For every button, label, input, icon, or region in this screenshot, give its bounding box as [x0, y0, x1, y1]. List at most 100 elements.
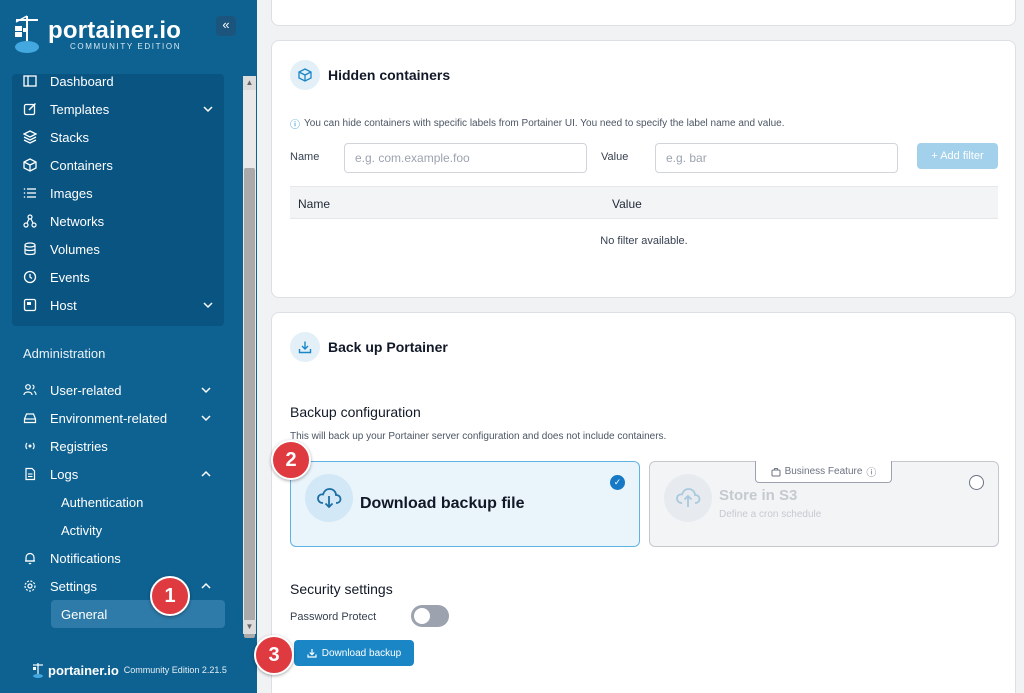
footer-version: Community Edition 2.21.5: [123, 665, 227, 675]
sidebar-item-registries[interactable]: Registries: [22, 432, 212, 460]
card-title-text: Back up Portainer: [328, 339, 448, 355]
administration-heading: Administration: [23, 346, 106, 361]
scrollbar-thumb[interactable]: [244, 168, 255, 638]
clock-icon: [22, 269, 38, 285]
s3-option-title: Store in S3: [719, 487, 798, 504]
footer-brand: portainer.io Community Edition 2.21.5: [32, 662, 227, 678]
sidebar-item-stacks[interactable]: Stacks: [22, 123, 212, 151]
filter-name-label: Name: [290, 151, 320, 163]
sidebar-item-label: Templates: [50, 101, 110, 117]
password-protect-toggle[interactable]: [411, 605, 449, 627]
business-feature-text: Business Feature: [784, 466, 863, 477]
file-icon: [22, 466, 38, 482]
backup-config-heading: Backup configuration: [290, 404, 421, 420]
toggle-knob: [414, 608, 430, 624]
sidebar-item-label: Dashboard: [50, 73, 114, 89]
scroll-down-icon[interactable]: ▼: [243, 620, 256, 634]
sidebar-item-events[interactable]: Events: [22, 263, 212, 291]
sidebar-item-authentication[interactable]: Authentication: [61, 488, 143, 516]
sidebar-item-user-related[interactable]: User-related: [22, 376, 212, 404]
hidden-containers-card: Hidden containers ⓘ You can hide contain…: [271, 40, 1016, 298]
sidebar-item-label: Volumes: [50, 241, 100, 257]
dashboard-icon: [22, 73, 38, 89]
backup-config-description: This will back up your Portainer server …: [290, 431, 667, 442]
database-icon: [22, 241, 38, 257]
info-icon: ⓘ: [290, 120, 300, 131]
filter-value-input[interactable]: e.g. bar: [655, 143, 898, 173]
sidebar-item-activity[interactable]: Activity: [61, 516, 102, 544]
step-marker-1: 1: [150, 576, 190, 616]
hidden-containers-title: Hidden containers: [290, 60, 450, 90]
chevron-down-icon: [201, 415, 211, 422]
hidden-containers-info: ⓘ You can hide containers with specific …: [290, 116, 784, 131]
download-option-title: Download backup file: [360, 495, 525, 512]
portainer-logo-icon: [33, 663, 43, 678]
box-icon: [22, 157, 38, 173]
sidebar-item-logs[interactable]: Logs: [22, 460, 212, 488]
sidebar-item-volumes[interactable]: Volumes: [22, 235, 212, 263]
sidebar-item-label: Events: [50, 269, 90, 285]
layers-icon: [22, 129, 38, 145]
sidebar-item-label: Host: [50, 297, 77, 313]
help-icon: ⓘ: [866, 468, 877, 479]
download-icon: [307, 649, 317, 658]
sidebar-item-host[interactable]: Host: [22, 291, 213, 319]
hdd-icon: [22, 410, 38, 426]
s3-radio-button[interactable]: [969, 475, 984, 490]
list-icon: [22, 185, 38, 201]
sidebar-item-containers[interactable]: Containers: [22, 151, 212, 179]
backup-card: Back up Portainer Backup configuration T…: [271, 312, 1016, 693]
sidebar-item-label: Networks: [50, 213, 105, 229]
chevron-up-icon: [201, 470, 211, 477]
server-icon: [22, 297, 38, 313]
sidebar-item-label: User-related: [50, 382, 122, 398]
download-icon: [290, 332, 320, 362]
sidebar-item-label: Stacks: [50, 129, 90, 145]
info-text: You can hide containers with specific la…: [304, 118, 785, 129]
download-backup-button[interactable]: Download backup: [294, 640, 414, 666]
sidebar-item-general[interactable]: General: [61, 600, 107, 628]
sidebar-item-label: Logs: [50, 466, 79, 482]
column-header-name[interactable]: Name: [298, 197, 330, 211]
card-title-text: Hidden containers: [328, 67, 451, 83]
brand-logo[interactable]: portainer.io COMMUNITY EDITION: [12, 14, 181, 54]
edit-icon: [22, 101, 38, 117]
sidebar-item-label: Environment-related: [50, 410, 168, 426]
backup-title: Back up Portainer: [290, 332, 448, 362]
sidebar-item-templates[interactable]: Templates: [22, 95, 213, 123]
sidebar-item-dashboard[interactable]: Dashboard: [22, 67, 212, 95]
add-filter-button[interactable]: + Add filter: [917, 143, 998, 169]
portainer-logo-icon: [12, 14, 42, 54]
download-backup-option[interactable]: Download backup file ✓: [290, 461, 640, 547]
box-icon: [290, 60, 320, 90]
sidebar-item-networks[interactable]: Networks: [22, 207, 212, 235]
sidebar-item-notifications[interactable]: Notifications: [22, 544, 212, 572]
chevron-down-icon: [203, 106, 213, 113]
download-button-label: Download backup: [321, 647, 402, 659]
empty-table-message: No filter available.: [600, 235, 688, 247]
password-protect-label: Password Protect: [290, 611, 377, 623]
network-icon: [22, 213, 38, 229]
sidebar-item-label: Notifications: [50, 550, 121, 566]
sidebar-scrollbar[interactable]: ▲ ▼: [243, 76, 256, 638]
cloud-download-icon: [305, 474, 353, 522]
chevron-down-icon: [203, 302, 213, 309]
sidebar-item-label: Registries: [50, 438, 108, 454]
scroll-up-icon[interactable]: ▲: [243, 76, 256, 90]
users-icon: [22, 382, 38, 398]
filter-name-input[interactable]: e.g. com.example.foo: [344, 143, 587, 173]
sidebar: portainer.io COMMUNITY EDITION « Dashboa…: [0, 0, 257, 693]
collapse-sidebar-button[interactable]: «: [216, 16, 236, 36]
security-settings-heading: Security settings: [290, 581, 393, 597]
sidebar-item-label: Settings: [50, 578, 97, 594]
radio-icon: [22, 438, 38, 454]
sidebar-item-images[interactable]: Images: [22, 179, 212, 207]
sidebar-item-label: Images: [50, 185, 93, 201]
sidebar-item-label: Containers: [50, 157, 113, 173]
column-header-value[interactable]: Value: [612, 197, 642, 211]
s3-option-subtitle: Define a cron schedule: [719, 509, 822, 520]
sidebar-item-environment-related[interactable]: Environment-related: [22, 404, 212, 432]
business-feature-badge[interactable]: Business Feature ⓘ: [755, 461, 892, 483]
chevron-down-icon: [201, 387, 211, 394]
chevron-up-icon: [201, 582, 211, 589]
